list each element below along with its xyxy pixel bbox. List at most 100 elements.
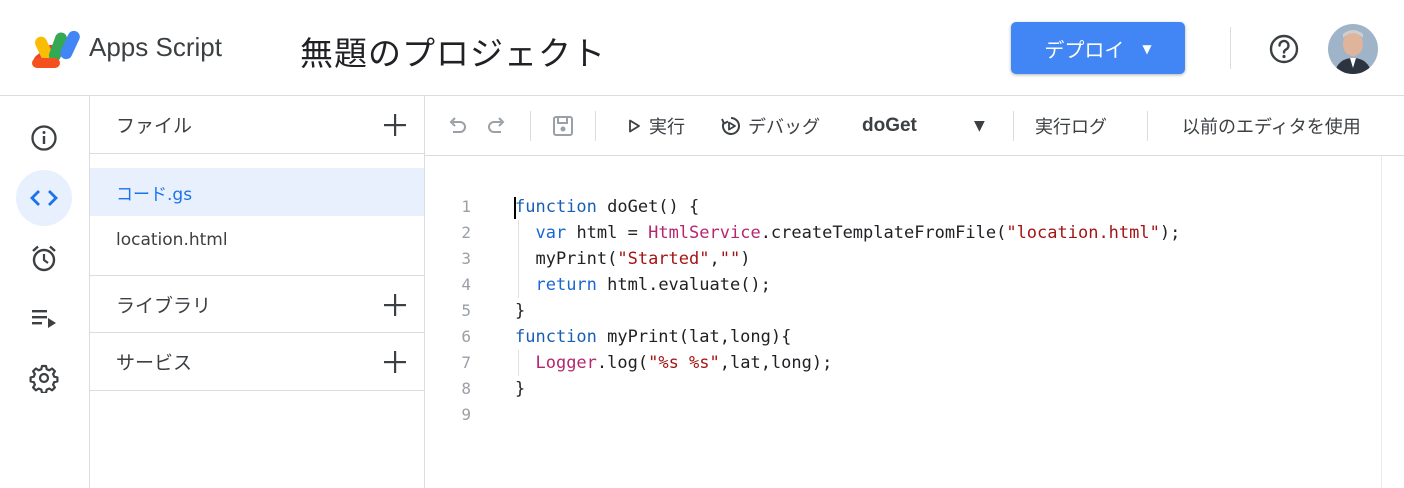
- code-token: html.evaluate();: [596, 275, 771, 295]
- code-token: }: [515, 379, 526, 399]
- indent-guide: [518, 220, 519, 246]
- code-token: "location.html": [1006, 223, 1160, 243]
- rail-item-triggers[interactable]: [16, 230, 72, 286]
- alarm-icon: [32, 245, 56, 272]
- help-icon[interactable]: [1268, 33, 1300, 65]
- rail-item-overview[interactable]: [16, 110, 72, 166]
- legacy-editor-button[interactable]: 以前のエディタを使用: [1182, 96, 1361, 155]
- code-token: var: [535, 223, 567, 243]
- file-item-location-html[interactable]: location.html: [90, 216, 424, 264]
- line-number: 5: [461, 301, 471, 320]
- code-icon: [30, 190, 58, 206]
- left-rail: [0, 96, 90, 488]
- toolbar-divider: [595, 111, 596, 141]
- code-token: Logger: [535, 353, 597, 373]
- code-token: HtmlService: [648, 223, 761, 243]
- add-service-icon[interactable]: [382, 349, 408, 375]
- run-button[interactable]: 実行: [627, 96, 685, 155]
- undo-icon[interactable]: [445, 114, 469, 138]
- info-icon: [31, 125, 57, 151]
- toolbar-divider: [1013, 111, 1014, 141]
- line-number: 9: [461, 405, 471, 424]
- deploy-button-label: デプロイ: [1044, 37, 1125, 62]
- function-select[interactable]: doGet ▼: [862, 96, 1002, 155]
- code-line[interactable]: myPrint("Started",""): [515, 246, 1180, 272]
- files-panel: ファイル コード.gs location.html ライブラリ サービス: [90, 96, 425, 488]
- services-section-header: サービス: [90, 333, 424, 391]
- code-area[interactable]: function doGet() { var html = HtmlServic…: [514, 194, 1180, 428]
- save-icon[interactable]: [551, 114, 575, 138]
- scrollbar-track[interactable]: [1381, 156, 1382, 488]
- code-token: ): [740, 249, 751, 269]
- indent-guide: [518, 350, 519, 376]
- add-library-icon[interactable]: [382, 292, 408, 318]
- project-title[interactable]: 無題のプロジェクト: [300, 27, 606, 75]
- line-number: 6: [461, 327, 471, 346]
- line-number: 8: [461, 379, 471, 398]
- deploy-button[interactable]: デプロイ ▼: [1011, 22, 1185, 74]
- redo-icon[interactable]: [485, 114, 509, 138]
- file-item-code-gs[interactable]: コード.gs: [90, 168, 424, 216]
- line-number: 7: [461, 353, 471, 372]
- rail-item-settings[interactable]: [16, 350, 72, 406]
- editor-toolbar: 実行 デバッグ doGet ▼ 実行ログ 以前のエディタを使用: [425, 96, 1404, 156]
- code-line[interactable]: var html = HtmlService.createTemplateFro…: [515, 220, 1180, 246]
- code-token: html =: [566, 223, 649, 243]
- code-token: "": [719, 249, 741, 269]
- code-line[interactable]: [515, 402, 1180, 428]
- line-number: 1: [461, 197, 471, 216]
- app-header: Apps Script 無題のプロジェクト デプロイ ▼: [0, 0, 1404, 96]
- play-icon: [629, 119, 640, 132]
- files-section-header: ファイル: [90, 96, 424, 154]
- text-cursor: [514, 197, 516, 219]
- code-line[interactable]: Logger.log("%s %s",lat,long);: [515, 350, 1180, 376]
- line-number-gutter: 1 2 3 4 5 6 7 8 9: [425, 194, 481, 428]
- function-select-value: doGet: [862, 114, 917, 136]
- rail-item-editor[interactable]: [16, 170, 72, 226]
- indent-guide: [518, 272, 519, 298]
- apps-script-logo[interactable]: [30, 26, 84, 70]
- files-label: ファイル: [116, 115, 193, 137]
- code-token: return: [535, 275, 597, 295]
- code-line[interactable]: }: [515, 298, 1180, 324]
- run-label: 実行: [649, 116, 685, 138]
- debug-button[interactable]: デバッグ: [720, 96, 820, 155]
- execution-log-button[interactable]: 実行ログ: [1035, 96, 1107, 155]
- toolbar-divider: [530, 111, 531, 141]
- line-number: 4: [461, 275, 471, 294]
- code-line[interactable]: function doGet() {: [514, 194, 1180, 220]
- header-divider: [1230, 27, 1231, 69]
- gear-icon: [29, 364, 59, 393]
- code-token: myPrint(lat,long){: [596, 327, 792, 347]
- code-token: );: [1159, 223, 1181, 243]
- code-token: .log(: [596, 353, 649, 373]
- code-token: "Started": [617, 249, 710, 269]
- chevron-down-icon: ▼: [1142, 42, 1152, 56]
- avatar[interactable]: [1328, 24, 1378, 74]
- code-token: myPrint(: [515, 249, 618, 269]
- libraries-label: ライブラリ: [116, 294, 212, 317]
- libraries-section-header: ライブラリ: [90, 275, 424, 333]
- code-token: function: [515, 197, 597, 217]
- app-name: Apps Script: [89, 32, 222, 62]
- code-line[interactable]: function myPrint(lat,long){: [515, 324, 1180, 350]
- indent-guide: [518, 246, 519, 272]
- code-line[interactable]: return html.evaluate();: [515, 272, 1180, 298]
- debug-label: デバッグ: [748, 116, 820, 138]
- code-token: .createTemplateFromFile(: [760, 223, 1007, 243]
- add-file-icon[interactable]: [382, 112, 408, 138]
- code-editor[interactable]: 1 2 3 4 5 6 7 8 9 function doGet() { var html = …: [425, 156, 1404, 488]
- code-line[interactable]: }: [515, 376, 1180, 402]
- services-label: サービス: [116, 352, 193, 374]
- code-token: doGet() {: [596, 197, 700, 217]
- toolbar-divider: [1147, 111, 1148, 141]
- dropdown-arrow-icon: ▼: [974, 117, 985, 134]
- line-number: 2: [461, 223, 471, 242]
- code-token: ,lat,long);: [719, 353, 833, 373]
- code-token: ,: [709, 249, 720, 269]
- rail-item-executions[interactable]: [16, 290, 72, 346]
- code-token: "%s %s": [648, 353, 720, 373]
- code-token: function: [515, 327, 597, 347]
- executions-icon: [32, 310, 56, 328]
- debug-icon: [721, 116, 740, 135]
